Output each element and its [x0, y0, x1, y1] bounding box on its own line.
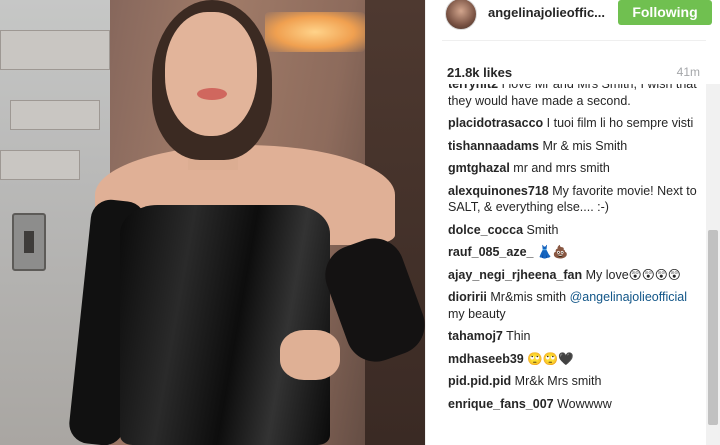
comment-item: terryhit2 I love Mr and Mrs Smith, I wis… — [448, 84, 698, 109]
comment-text: my beauty — [448, 306, 506, 321]
comment-username[interactable]: terryhit2 — [448, 84, 498, 91]
comment-item: rauf_085_aze_ 👗💩 — [448, 244, 698, 261]
comment-item: tahamoj7 Thin — [448, 328, 698, 345]
comment-item: dolce_cocca Smith — [448, 222, 698, 239]
comment-text: Mr & mis Smith — [542, 138, 628, 153]
comment-item: enrique_fans_007 Wowwww — [448, 396, 698, 413]
photo-background — [0, 150, 80, 180]
comment-username[interactable]: mdhaseeb39 — [448, 352, 524, 366]
following-button[interactable]: Following — [618, 0, 712, 25]
comment-item: dioririi Mr&mis smith @angelinajolieoffi… — [448, 289, 698, 322]
comment-mention[interactable]: @angelinajolieofficial — [570, 290, 687, 304]
comment-text: Mr&k Mrs smith — [514, 374, 602, 388]
comment-item: tishannaadams Mr & mis Smith — [448, 138, 698, 155]
comment-text: Wowwww — [557, 396, 612, 411]
comment-text: Thin — [506, 329, 531, 343]
photo-subject — [67, 0, 425, 445]
comment-item: ajay_negi_rjheena_fan My love😲😲😲😲 — [448, 267, 698, 284]
comment-item: mdhaseeb39 🙄🙄🖤 — [448, 351, 698, 368]
comments-list[interactable]: terryhit2 I love Mr and Mrs Smith, I wis… — [426, 84, 710, 445]
comment-username[interactable]: tishannaadams — [448, 139, 539, 153]
comment-username[interactable]: pid.pid.pid — [448, 374, 511, 388]
comment-username[interactable]: alexquinones718 — [448, 184, 549, 198]
comment-text: mr and mrs smith — [513, 161, 610, 175]
comment-username[interactable]: dioririi — [448, 290, 487, 304]
comment-item: pid.pid.pid Mr&k Mrs smith — [448, 373, 698, 390]
comment-item: gmtghazal mr and mrs smith — [448, 160, 698, 177]
post-photo[interactable] — [0, 0, 425, 445]
photo-background — [12, 213, 46, 271]
comment-username[interactable]: ajay_negi_rjheena_fan — [448, 268, 582, 282]
comment-text: I tuoi film li ho sempre visti — [546, 116, 694, 130]
comment-text: 👗💩 — [536, 245, 569, 259]
comment-username[interactable]: gmtghazal — [448, 161, 510, 175]
likes-count[interactable]: 21.8k likes — [447, 65, 512, 80]
comment-item: alexquinones718 My favorite movie! Next … — [448, 183, 698, 216]
header-divider — [442, 40, 706, 41]
comment-text: 🙄🙄🖤 — [527, 351, 574, 366]
comment-username[interactable]: placidotrasacco — [448, 116, 543, 130]
comment-username[interactable]: rauf_085_aze_ — [448, 245, 533, 259]
comment-username[interactable]: tahamoj7 — [448, 329, 503, 343]
post-header: angelinajolieoffic... Following — [426, 0, 720, 30]
comment-text: Smith — [526, 222, 559, 237]
comments-scrollbar[interactable] — [706, 84, 720, 445]
profile-avatar[interactable] — [445, 0, 477, 30]
comment-item: placidotrasacco I tuoi film li ho sempre… — [448, 115, 698, 132]
post-time[interactable]: 41m — [677, 65, 700, 79]
comment-text: My love😲😲😲😲 — [585, 267, 681, 282]
comment-username[interactable]: enrique_fans_007 — [448, 397, 554, 411]
comment-username[interactable]: dolce_cocca — [448, 223, 523, 237]
scroll-thumb[interactable] — [708, 230, 718, 425]
post-sidebar: angelinajolieoffic... Following 21.8k li… — [425, 0, 720, 445]
comment-text: Mr&mis smith — [490, 290, 567, 304]
username-link[interactable]: angelinajolieoffic... — [488, 5, 605, 20]
